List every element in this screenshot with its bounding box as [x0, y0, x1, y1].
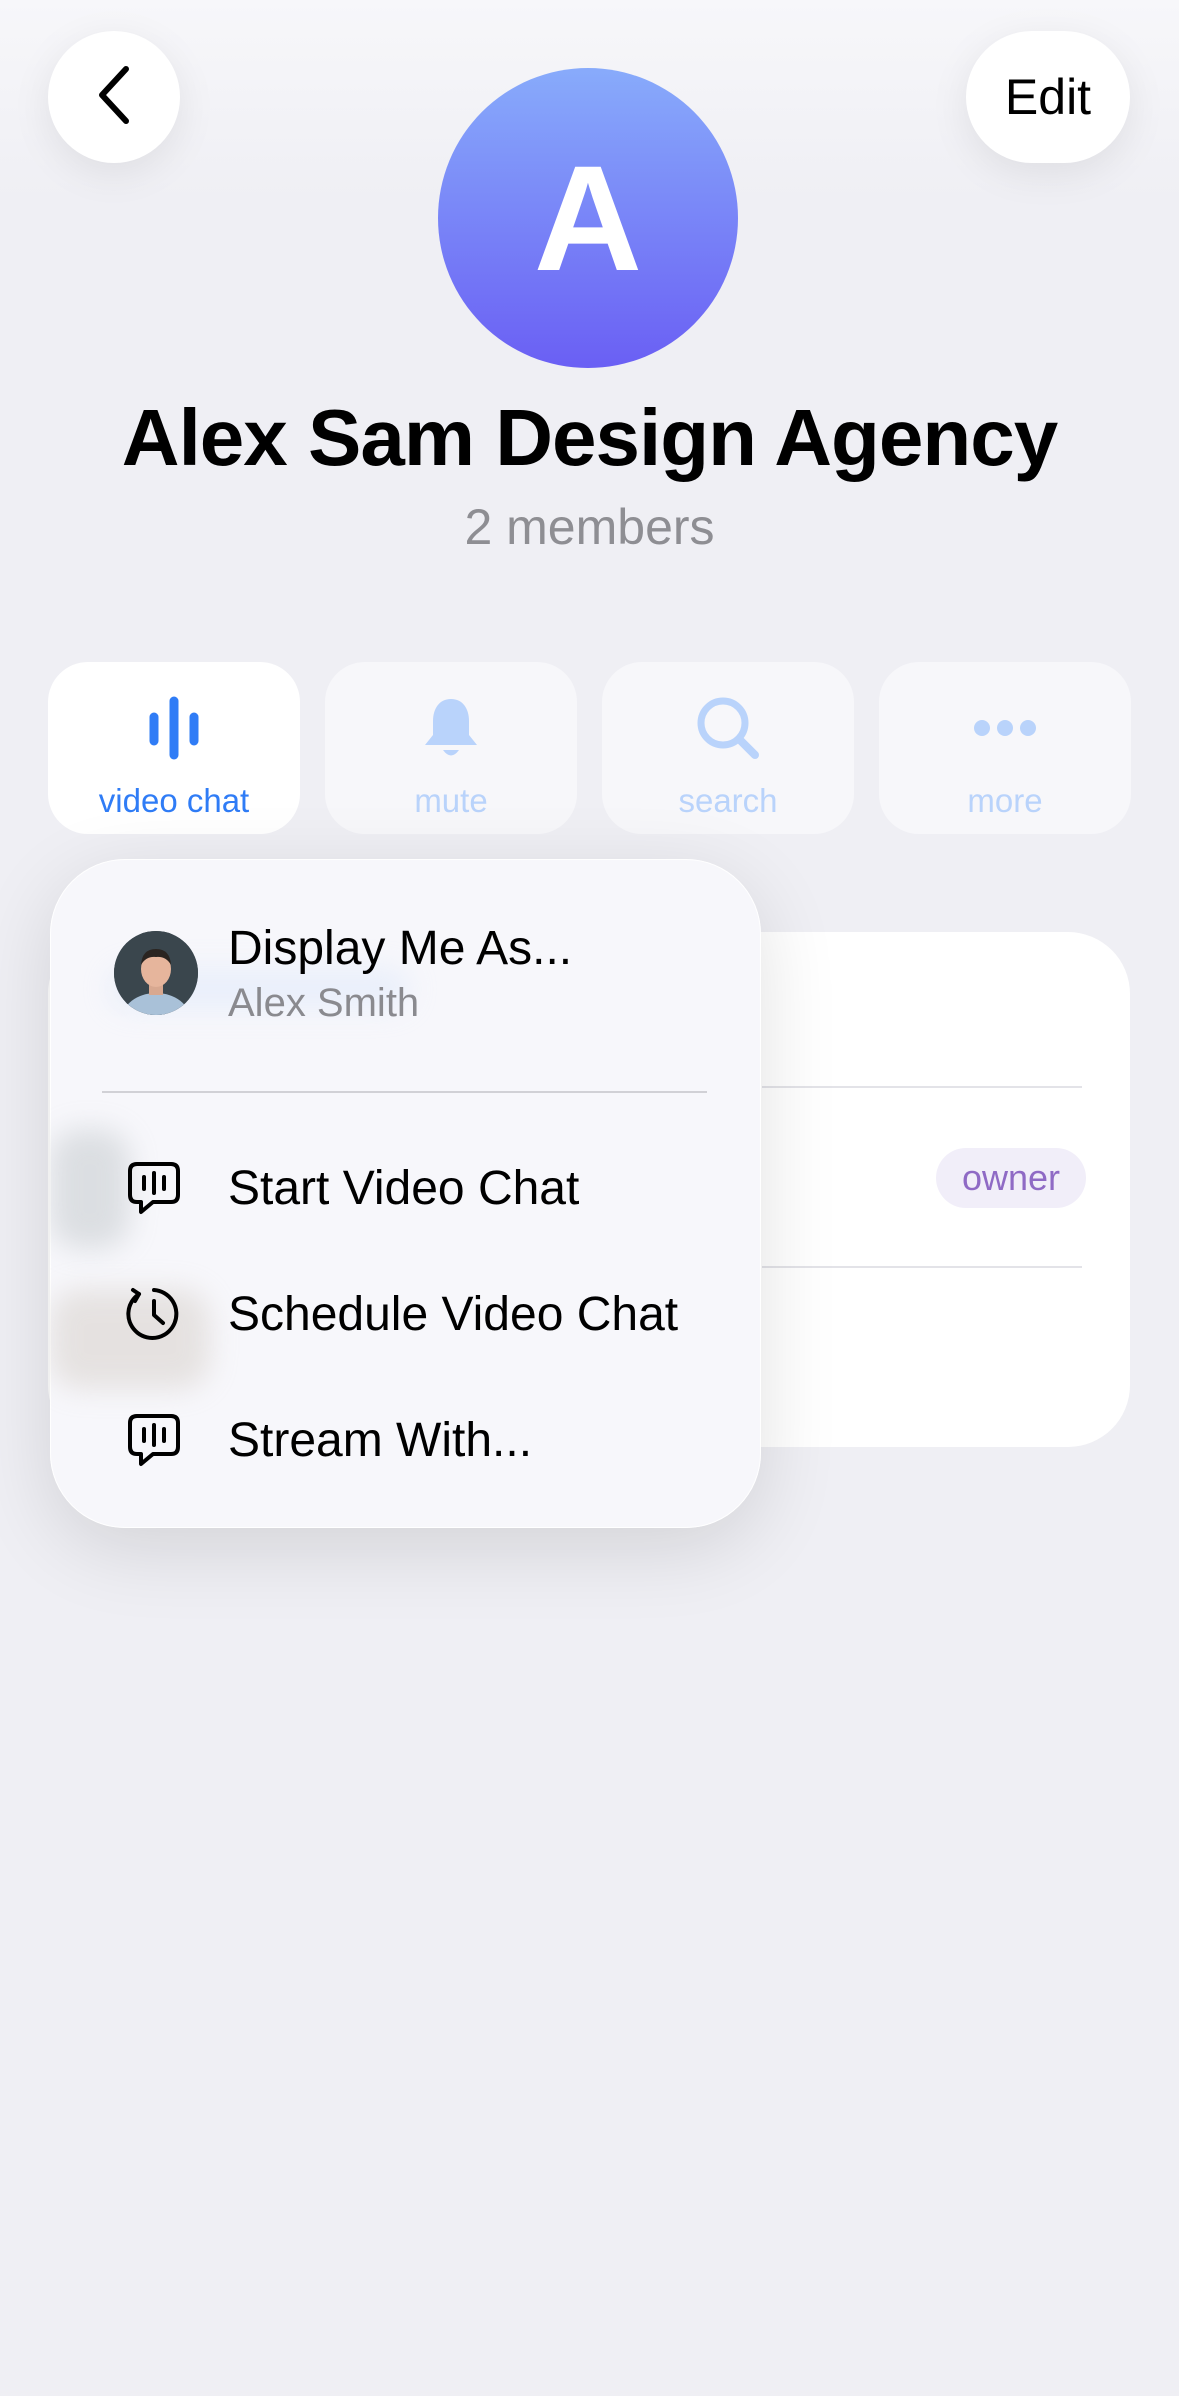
video-chat-bubble-icon	[124, 1158, 184, 1218]
stream-with-label: Stream With...	[228, 1413, 533, 1467]
search-icon	[695, 692, 761, 764]
divider	[762, 1086, 1082, 1088]
display-name: Alex Smith	[228, 981, 420, 1025]
search-label: search	[678, 782, 778, 819]
bell-icon	[421, 692, 481, 764]
menu-divider	[102, 1091, 707, 1093]
clock-schedule-icon	[124, 1284, 184, 1344]
start-video-chat-label: Start Video Chat	[228, 1161, 580, 1215]
stream-bubble-icon	[124, 1410, 184, 1470]
stream-with-item[interactable]: Stream With...	[50, 1385, 761, 1495]
video-chat-button[interactable]: video chat	[48, 662, 300, 834]
display-me-as-title: Display Me As...	[228, 922, 573, 975]
mute-button[interactable]: mute	[325, 662, 577, 834]
schedule-video-chat-item[interactable]: Schedule Video Chat	[50, 1259, 761, 1369]
voice-bars-icon	[144, 692, 204, 764]
ellipsis-icon	[972, 692, 1038, 764]
start-video-chat-item[interactable]: Start Video Chat	[50, 1133, 761, 1243]
schedule-video-chat-label: Schedule Video Chat	[228, 1287, 679, 1341]
avatar	[114, 931, 198, 1015]
group-avatar[interactable]: A	[438, 68, 738, 368]
more-label: more	[967, 782, 1043, 819]
divider	[762, 1266, 1082, 1268]
edit-button[interactable]: Edit	[966, 31, 1130, 163]
member-count: 2 members	[464, 499, 715, 555]
avatar-letter: A	[533, 133, 643, 302]
back-button[interactable]	[48, 31, 180, 163]
video-chat-context-menu: Display Me As... Alex Smith Start Video …	[50, 859, 761, 1528]
owner-badge: owner	[936, 1148, 1086, 1208]
chevron-left-icon	[94, 65, 134, 130]
group-name: Alex Sam Design Agency	[121, 393, 1058, 482]
video-chat-label: video chat	[98, 782, 250, 819]
more-button[interactable]: more	[879, 662, 1131, 834]
mute-label: mute	[414, 782, 488, 819]
search-button[interactable]: search	[602, 662, 854, 834]
